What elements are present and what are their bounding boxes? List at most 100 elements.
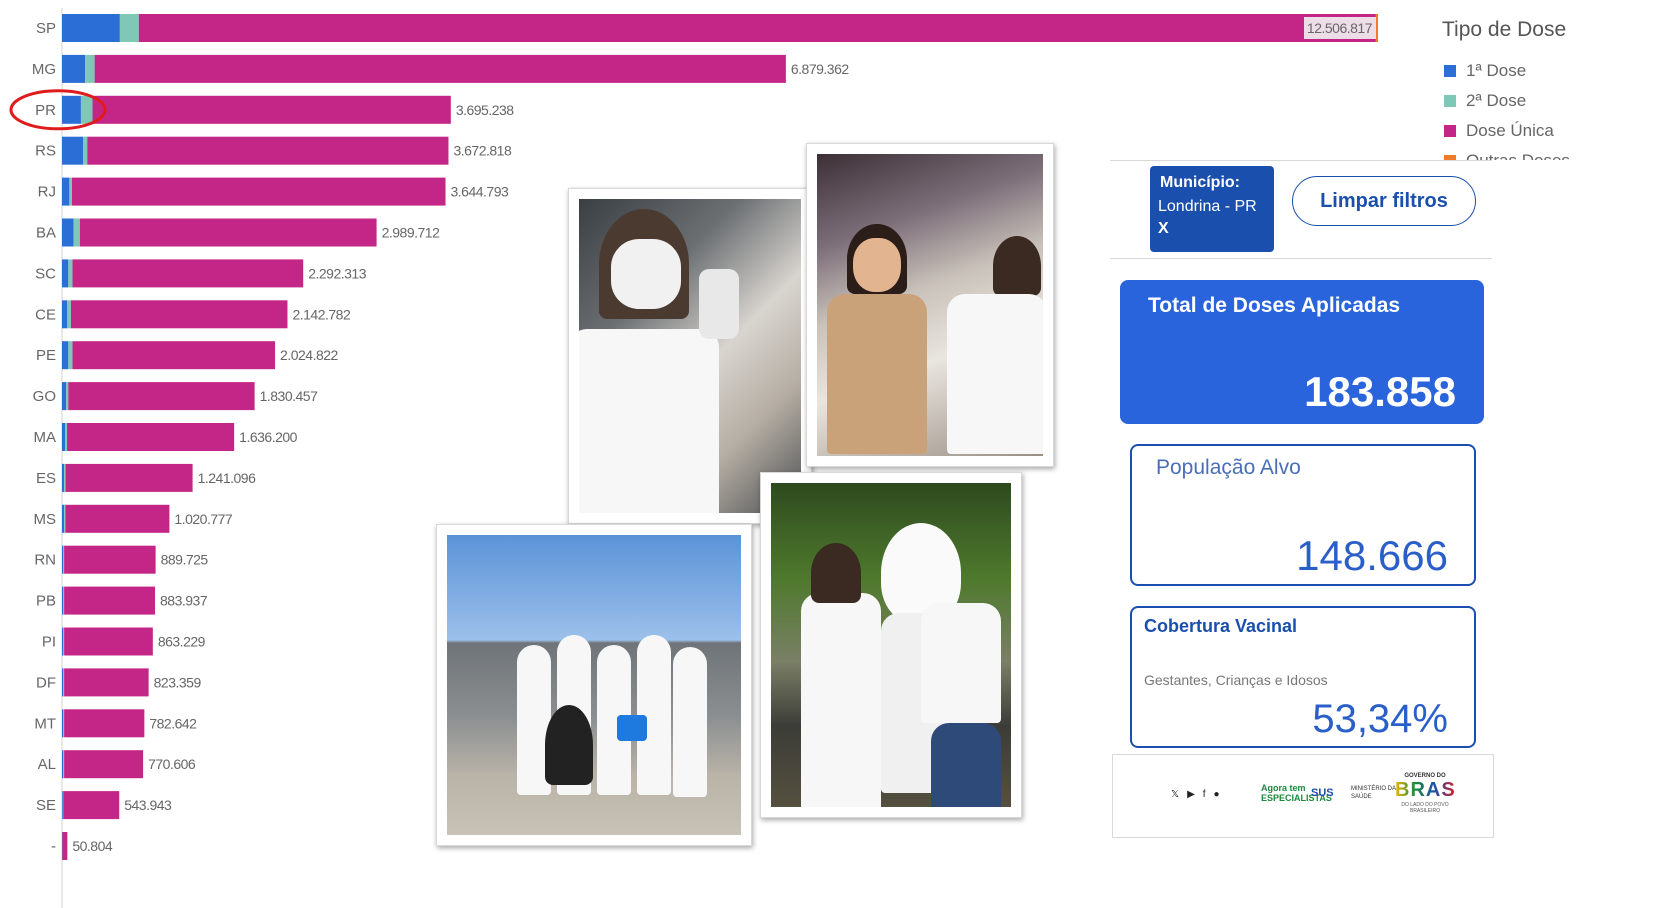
card-total-doses: Total de Doses Aplicadas 183.858 [1120, 280, 1484, 424]
flickr-icon[interactable]: ● [1214, 789, 1220, 800]
category-label: SE [36, 797, 56, 814]
chart-legend: Tipo de Dose 1ª Dose 2ª Dose Dose Única Out… [1438, 12, 1670, 160]
category-label: PR [35, 102, 56, 119]
card-total-title: Total de Doses Aplicadas [1148, 294, 1401, 317]
total-label: 2.989.712 [382, 225, 440, 241]
bar-segment [63, 586, 65, 615]
bar-segment [68, 341, 73, 370]
bar-segment [65, 423, 68, 451]
category-label: ES [36, 470, 56, 487]
legend-item[interactable]: 1ª Dose [1444, 56, 1670, 86]
filter-value: Londrina - PR [1158, 198, 1257, 215]
facebook-icon[interactable]: f [1203, 789, 1206, 800]
category-label: AL [38, 756, 56, 773]
social-links: 𝕏 ▶ f ● [1171, 789, 1220, 800]
filter-label: Município: [1160, 174, 1240, 191]
ministry-logo: MINISTÉRIO DA SAÚDE [1351, 786, 1397, 800]
clear-filters-button[interactable]: Limpar filtros [1292, 176, 1476, 226]
category-label: SC [35, 265, 56, 282]
legend-item[interactable]: 2ª Dose [1444, 86, 1670, 116]
card-cov-value: 53,34% [1312, 697, 1448, 741]
bar-segment [63, 750, 65, 779]
bar-segment [63, 627, 65, 656]
total-label: 863.229 [158, 634, 206, 650]
bar-segment [62, 791, 63, 820]
total-label: 1.636.200 [239, 429, 297, 445]
bar-segment [85, 54, 95, 83]
bar-segment [68, 259, 73, 288]
bar-segment [63, 668, 65, 697]
legend-swatch [1444, 95, 1456, 107]
card-pop-value: 148.666 [1296, 532, 1448, 579]
footer-logos: 𝕏 ▶ f ● Agora tem ESPECIALISTAS SUS MINI… [1112, 754, 1494, 838]
total-label: 3.672.818 [453, 143, 511, 159]
bar-segment [62, 54, 86, 83]
x-icon[interactable]: 𝕏 [1171, 789, 1179, 800]
category-label: MT [34, 715, 56, 732]
total-label: 1.830.457 [260, 388, 318, 404]
total-label: 6.879.362 [791, 61, 849, 77]
bar-segment [62, 259, 69, 288]
category-label: MA [34, 429, 57, 446]
category-label: GO [33, 388, 56, 405]
card-cov-subtitle: Gestantes, Crianças e Idosos [1144, 672, 1328, 688]
bar-segment [64, 668, 149, 697]
total-label: 1.241.096 [198, 470, 256, 486]
panel-divider-mid [1110, 258, 1492, 259]
total-label: 1.020.777 [174, 511, 232, 527]
total-label: 883.937 [160, 593, 208, 609]
category-label: - [51, 838, 56, 855]
bar-segment [138, 14, 1376, 42]
legend-item[interactable]: Dose Única [1444, 116, 1670, 146]
remove-filter-button[interactable]: X [1158, 220, 1266, 238]
filter-chip-municipio: Município: Londrina - PR X [1150, 166, 1274, 252]
bar-segment [79, 218, 377, 247]
category-label: PI [42, 634, 56, 651]
total-label: 543.943 [124, 797, 172, 813]
total-label: 3.695.238 [456, 102, 514, 118]
bar-segment [62, 750, 64, 779]
bar-segment [65, 463, 193, 492]
bar-segment [67, 423, 235, 451]
total-label: 782.642 [149, 715, 197, 731]
bar-segment [65, 504, 170, 533]
photo-team-outside-building [436, 524, 752, 846]
bar-segment [62, 300, 68, 329]
bar-segment [62, 709, 64, 738]
legend-label: Dose Única [1466, 121, 1554, 140]
bar-segment [66, 382, 69, 411]
total-label: 3.644.793 [451, 184, 509, 200]
total-label: 889.725 [161, 552, 209, 568]
panel-divider-top [1110, 160, 1492, 161]
bar-segment [69, 177, 72, 206]
bar-segment [64, 627, 153, 656]
legend-title: Tipo de Dose [1442, 18, 1567, 41]
bar-segment [63, 709, 65, 738]
bar-segment [62, 832, 68, 860]
bar-segment [62, 341, 69, 370]
bar-segment [62, 463, 65, 492]
total-label: 12.506.817 [1307, 20, 1373, 36]
category-label: MS [34, 511, 57, 528]
bar-segment [71, 177, 446, 206]
bar-segment [62, 586, 64, 615]
bar-segment [62, 177, 70, 206]
legend-item[interactable]: Outras Doses [1444, 146, 1670, 160]
bar-segment [64, 504, 66, 533]
youtube-icon[interactable]: ▶ [1187, 789, 1195, 800]
category-label: CE [35, 306, 56, 323]
total-label: 2.142.782 [292, 306, 350, 322]
category-label: DF [36, 674, 56, 691]
card-pop-title: População Alvo [1156, 456, 1301, 479]
bar-segment [64, 545, 156, 574]
legend-label: Outras Doses [1466, 151, 1570, 160]
bar-segment [64, 463, 66, 492]
category-label: RS [35, 143, 56, 160]
category-label: RJ [38, 184, 56, 201]
total-label: 823.359 [154, 674, 202, 690]
bar-segment [62, 382, 67, 411]
bar-segment [70, 300, 288, 329]
bar-segment [63, 545, 65, 574]
card-total-value: 183.858 [1304, 368, 1456, 415]
bar-segment [62, 504, 65, 533]
